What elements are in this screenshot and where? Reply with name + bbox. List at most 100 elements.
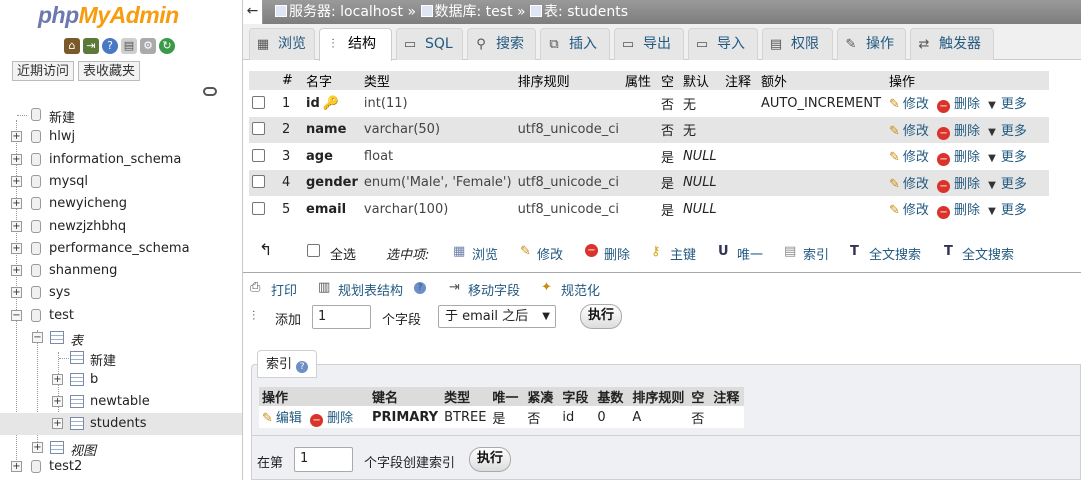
- expand-icon[interactable]: +: [11, 154, 22, 165]
- favorites-tab[interactable]: 表收藏夹: [78, 61, 141, 81]
- expand-icon[interactable]: +: [11, 221, 22, 232]
- breadcrumb-server[interactable]: 服务器: localhost: [289, 4, 403, 20]
- help-icon[interactable]: ?: [414, 282, 426, 294]
- gear-icon[interactable]: ⚙: [140, 38, 156, 54]
- more-link[interactable]: 更多: [1001, 177, 1027, 192]
- expand-icon[interactable]: +: [11, 243, 22, 254]
- breadcrumb-database[interactable]: 数据库: test: [435, 4, 513, 20]
- bulk-fulltext-2[interactable]: 全文搜索: [962, 244, 1014, 263]
- drop-column-link[interactable]: 删除: [954, 203, 980, 218]
- tab-triggers[interactable]: ⇄ 触发器: [910, 28, 994, 60]
- db-item-test[interactable]: − test: [0, 305, 242, 327]
- bulk-primary[interactable]: 主键: [670, 244, 696, 263]
- expand-icon[interactable]: +: [11, 287, 22, 298]
- row-checkbox[interactable]: [252, 201, 265, 215]
- create-index-count-input[interactable]: 1: [294, 447, 353, 472]
- expand-icon[interactable]: +: [11, 131, 22, 142]
- add-count-input[interactable]: 1: [312, 305, 371, 329]
- more-link[interactable]: 更多: [1001, 124, 1027, 139]
- create-index-go-button[interactable]: 执行: [469, 447, 511, 472]
- tab-sql[interactable]: ▭ SQL: [396, 28, 463, 60]
- help-icon[interactable]: ?: [296, 361, 309, 373]
- edit-column-link[interactable]: 修改: [903, 150, 929, 165]
- tab-export[interactable]: ▭ 导出: [614, 28, 684, 60]
- add-column-go-button[interactable]: 执行: [580, 304, 622, 329]
- db-item-newyicheng[interactable]: + newyicheng: [0, 193, 242, 215]
- table-item-students[interactable]: + students: [0, 413, 242, 435]
- drop-index-link[interactable]: 删除: [327, 411, 353, 426]
- move-columns-link[interactable]: 移动字段: [468, 280, 520, 299]
- bulk-browse[interactable]: 浏览: [472, 244, 498, 263]
- bulk-index[interactable]: 索引: [803, 244, 829, 263]
- expand-icon[interactable]: +: [52, 374, 63, 385]
- more-link[interactable]: 更多: [1001, 203, 1027, 218]
- db-item-hlwj[interactable]: + hlwj: [0, 126, 242, 148]
- tab-operations[interactable]: ✎ 操作: [837, 28, 906, 60]
- dropdown-arrow-icon[interactable]: ▼: [988, 153, 996, 164]
- db-item-test2[interactable]: + test2: [0, 456, 242, 478]
- db-item-newzjzhbhq[interactable]: + newzjzhbhq: [0, 216, 242, 238]
- check-all-checkbox[interactable]: [307, 244, 320, 257]
- more-link[interactable]: 更多: [1001, 150, 1027, 165]
- edit-column-link[interactable]: 修改: [903, 177, 929, 192]
- breadcrumb-table[interactable]: 表: students: [544, 4, 628, 20]
- drop-column-link[interactable]: 删除: [954, 177, 980, 192]
- expand-icon[interactable]: +: [52, 396, 63, 407]
- propose-structure-link[interactable]: 规划表结构: [338, 280, 403, 299]
- expand-icon[interactable]: +: [11, 198, 22, 209]
- row-checkbox[interactable]: [252, 95, 265, 109]
- more-link[interactable]: 更多: [1001, 97, 1027, 112]
- dropdown-arrow-icon[interactable]: ▼: [988, 180, 996, 191]
- docs-icon[interactable]: ▤: [121, 38, 137, 54]
- print-link[interactable]: 打印: [271, 280, 297, 299]
- edit-column-link[interactable]: 修改: [903, 124, 929, 139]
- db-item-shanmeng[interactable]: + shanmeng: [0, 260, 242, 282]
- normalize-link[interactable]: 规范化: [561, 280, 600, 299]
- dropdown-arrow-icon[interactable]: ▼: [988, 127, 996, 138]
- logout-icon[interactable]: ⇥: [83, 38, 99, 54]
- expand-icon[interactable]: +: [11, 265, 22, 276]
- expand-icon[interactable]: +: [11, 461, 22, 472]
- tab-structure[interactable]: ⫶ 结构: [319, 28, 392, 61]
- row-checkbox[interactable]: [252, 148, 265, 162]
- new-database-item[interactable]: 新建: [0, 104, 242, 126]
- bulk-delete[interactable]: 删除: [604, 244, 630, 263]
- expand-icon[interactable]: +: [11, 176, 22, 187]
- drop-column-link[interactable]: 删除: [954, 97, 980, 112]
- dropdown-arrow-icon[interactable]: ▼: [988, 206, 996, 217]
- reload-icon[interactable]: ↻: [159, 38, 175, 54]
- new-table-item[interactable]: 新建: [0, 347, 242, 369]
- expand-icon[interactable]: +: [32, 442, 43, 453]
- tab-search[interactable]: ⚲ 搜索: [467, 28, 536, 60]
- link-icon[interactable]: [203, 87, 217, 96]
- collapse-icon[interactable]: −: [11, 310, 22, 321]
- row-checkbox[interactable]: [252, 175, 265, 189]
- edit-column-link[interactable]: 修改: [903, 97, 929, 112]
- db-item-information-schema[interactable]: + information_schema: [0, 149, 242, 171]
- phpmyadmin-logo[interactable]: phpMyAdmin: [38, 2, 179, 29]
- edit-column-link[interactable]: 修改: [903, 203, 929, 218]
- tab-insert[interactable]: ⧉ 插入: [540, 28, 610, 60]
- bulk-fulltext[interactable]: 全文搜索: [869, 244, 921, 263]
- tab-browse[interactable]: ▦ 浏览: [249, 28, 315, 60]
- tables-group-item[interactable]: − 表: [0, 327, 242, 349]
- db-item-mysql[interactable]: + mysql: [0, 171, 242, 193]
- table-item-b[interactable]: + b: [0, 369, 242, 391]
- db-item-sys[interactable]: + sys: [0, 282, 242, 304]
- table-item-newtable[interactable]: + newtable: [0, 391, 242, 413]
- expand-icon[interactable]: +: [52, 418, 63, 429]
- drop-column-link[interactable]: 删除: [954, 150, 980, 165]
- edit-index-link[interactable]: 编辑: [276, 411, 302, 426]
- help-icon[interactable]: ?: [102, 38, 118, 54]
- tab-import[interactable]: ▭ 导入: [688, 28, 758, 60]
- recent-tab[interactable]: 近期访问: [12, 61, 75, 81]
- collapse-icon[interactable]: −: [32, 332, 43, 343]
- home-icon[interactable]: ⌂: [64, 38, 80, 54]
- back-arrow-icon[interactable]: ←: [243, 0, 263, 24]
- dropdown-arrow-icon[interactable]: ▼: [988, 100, 996, 111]
- db-item-performance-schema[interactable]: + performance_schema: [0, 238, 242, 260]
- check-all-label[interactable]: 全选: [330, 244, 356, 263]
- tab-privileges[interactable]: ▤ 权限: [762, 28, 833, 60]
- column-position-select[interactable]: 于 email 之后 ▼: [438, 305, 556, 328]
- drop-column-link[interactable]: 删除: [954, 124, 980, 139]
